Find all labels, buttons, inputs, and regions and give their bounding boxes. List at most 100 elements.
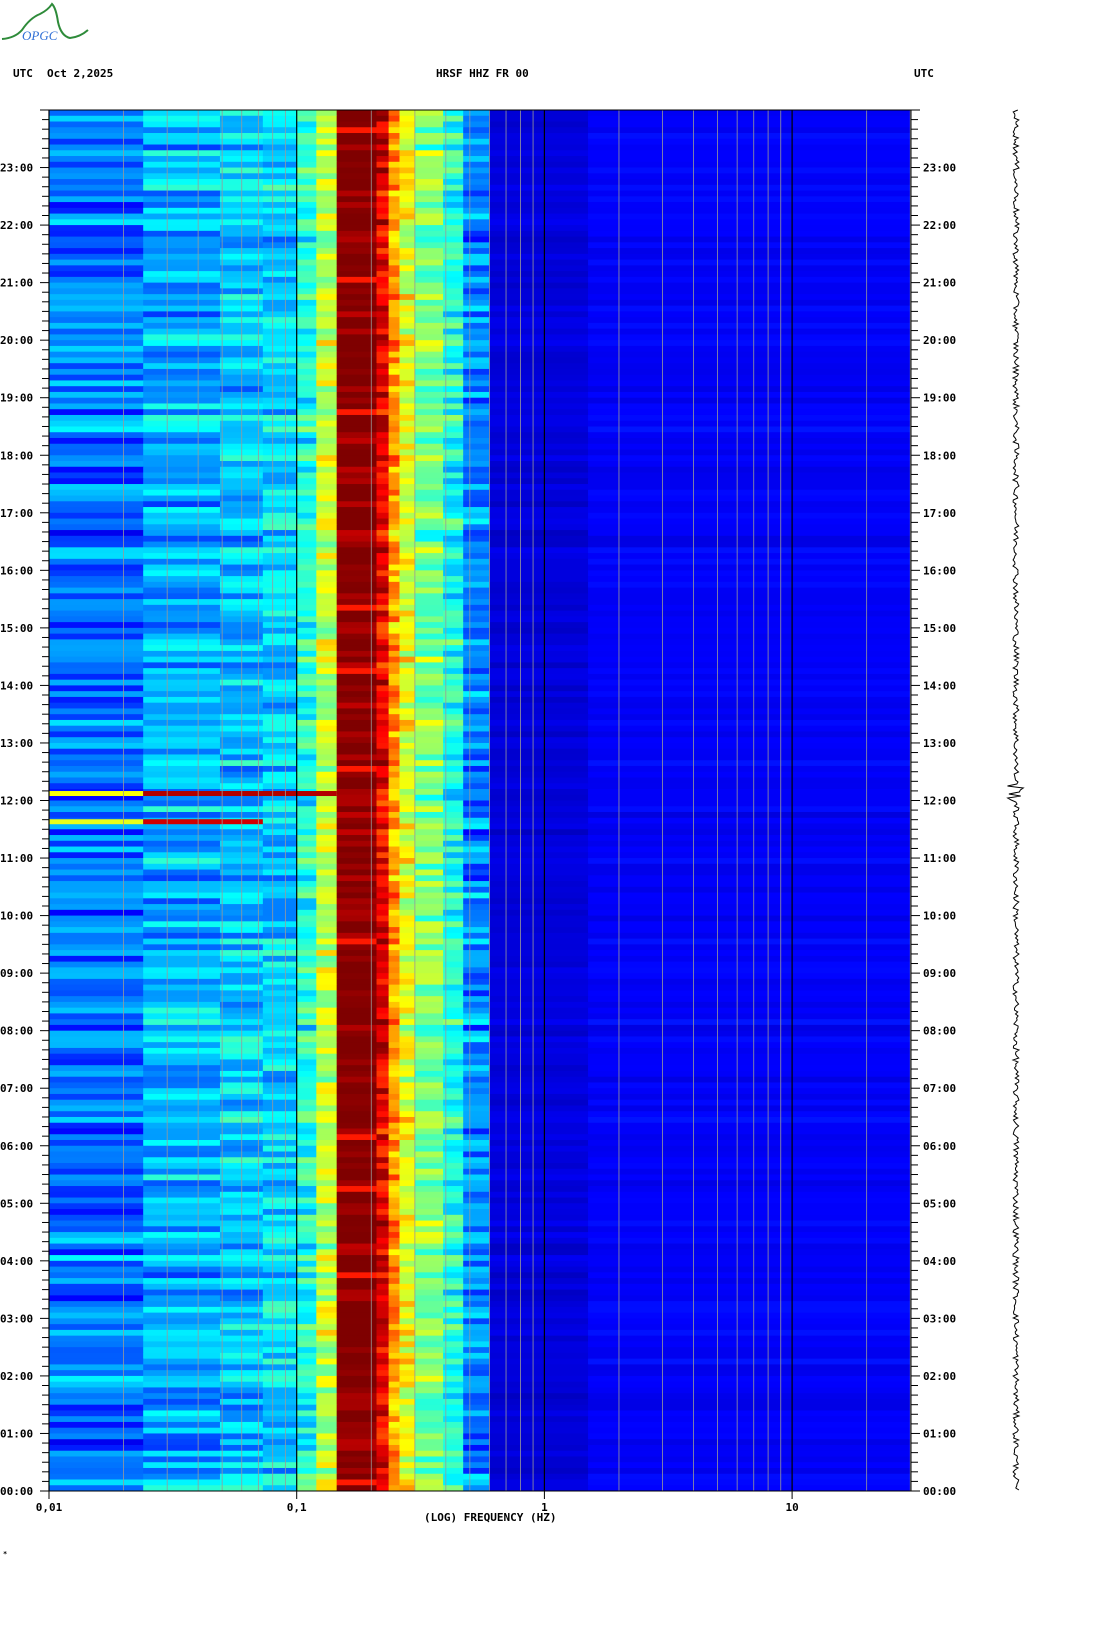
heatmap-cell: [399, 144, 416, 151]
heatmap-cell: [463, 207, 490, 215]
heatmap-cell: [316, 604, 338, 612]
heatmap-cell: [143, 1214, 221, 1222]
heatmap-cell: [414, 403, 444, 410]
heatmap-cell: [463, 984, 490, 991]
heatmap-cell: [414, 622, 444, 629]
heatmap-cell: [399, 927, 416, 934]
heatmap-cell: [399, 1387, 416, 1394]
heatmap-cell: [49, 1047, 144, 1055]
heatmap-cell: [262, 1467, 298, 1475]
heatmap-cell: [143, 783, 221, 790]
heatmap-cell: [463, 334, 490, 341]
heatmap-cell: [463, 357, 490, 364]
heatmap-cell: [49, 317, 144, 324]
heatmap-cell: [262, 1082, 298, 1089]
heatmap-cell: [414, 368, 444, 376]
heatmap-cell: [588, 167, 911, 174]
heatmap-cell: [49, 368, 144, 376]
heatmap-cell: [463, 1093, 490, 1101]
heatmap-cell: [376, 863, 390, 871]
heatmap-cell: [489, 184, 589, 192]
heatmap-cell: [399, 547, 416, 554]
heatmap-cell: [414, 242, 444, 249]
heatmap-cell: [399, 967, 416, 974]
heatmap-cell: [388, 173, 400, 180]
heatmap-cell: [296, 650, 317, 658]
heatmap-cell: [376, 322, 390, 330]
heatmap-cell: [316, 1019, 338, 1026]
heatmap-cell: [262, 1456, 298, 1463]
heatmap-cell: [262, 840, 298, 848]
heatmap-cell: [463, 817, 490, 825]
heatmap-cell: [49, 1053, 144, 1060]
heatmap-cell: [463, 961, 490, 968]
heatmap-cell: [489, 599, 589, 606]
heatmap-cell: [399, 1001, 416, 1009]
heatmap-cell: [463, 305, 490, 312]
heatmap-cell: [143, 1209, 221, 1216]
heatmap-cell: [262, 806, 298, 813]
heatmap-cell: [588, 696, 911, 704]
heatmap-cell: [376, 1042, 390, 1049]
heatmap-cell: [463, 1260, 490, 1268]
heatmap-cell: [143, 271, 221, 278]
heatmap-cell: [588, 702, 911, 709]
heatmap-cell: [588, 1070, 911, 1078]
heatmap-cell: [143, 495, 221, 502]
heatmap-cell: [414, 150, 444, 157]
heatmap-cell: [262, 1099, 298, 1106]
heatmap-cell: [388, 386, 400, 393]
heatmap-cell: [262, 1214, 298, 1222]
heatmap-cell: [388, 904, 400, 911]
heatmap-cell: [388, 1059, 400, 1066]
heatmap-cell: [49, 144, 144, 151]
heatmap-cell: [489, 1249, 589, 1256]
heatmap-cell: [414, 363, 444, 370]
heatmap-cell: [588, 328, 911, 335]
heatmap-cell: [49, 1214, 144, 1222]
heatmap-cell: [489, 225, 589, 232]
heatmap-cell: [262, 184, 298, 192]
heatmap-cell: [376, 875, 390, 882]
heatmap-cell: [414, 944, 444, 951]
heatmap-cell: [296, 938, 317, 945]
heatmap-cell: [296, 685, 317, 692]
heatmap-cell: [262, 115, 298, 123]
heatmap-cell: [49, 437, 144, 445]
heatmap-cell: [376, 558, 390, 566]
heatmap-cell: [143, 213, 221, 220]
heatmap-cell: [376, 564, 390, 571]
heatmap-cell: [262, 1191, 298, 1199]
heatmap-cell: [588, 685, 911, 692]
heatmap-cell: [262, 161, 298, 169]
heatmap-cell: [296, 875, 317, 882]
heatmap-cell: [143, 708, 221, 715]
heatmap-cell: [143, 311, 221, 318]
heatmap-cell: [262, 754, 298, 761]
heatmap-cell: [143, 771, 221, 778]
heatmap-cell: [262, 984, 298, 991]
heatmap-cell: [143, 472, 221, 479]
heatmap-cell: [414, 190, 444, 197]
heatmap-cell: [296, 328, 317, 335]
spectrogram-chart: 00:00 00:0001:00 01:0002:00 02:0003:00 03:00…: [0, 109, 1025, 1514]
heatmap-cell: [489, 322, 589, 330]
heatmap-cell: [588, 271, 911, 278]
y-tick-label-right: 23:00: [923, 162, 956, 175]
heatmap-cell: [316, 317, 338, 324]
heatmap-cell: [262, 616, 298, 623]
heatmap-cell: [296, 1318, 317, 1325]
heatmap-cell: [316, 622, 338, 629]
heatmap-cell: [388, 110, 400, 117]
heatmap-cell: [376, 1232, 390, 1239]
heatmap-cell: [399, 1174, 416, 1181]
heatmap-cell: [316, 265, 338, 272]
heatmap-cell: [143, 225, 221, 232]
heatmap-cell: [296, 299, 317, 307]
heatmap-cell: [463, 276, 490, 284]
heatmap-cell: [262, 1174, 298, 1181]
heatmap-cell: [49, 1462, 144, 1469]
heatmap-cell: [49, 345, 144, 353]
heatmap-cell: [49, 259, 144, 266]
heatmap-cell: [296, 645, 317, 652]
